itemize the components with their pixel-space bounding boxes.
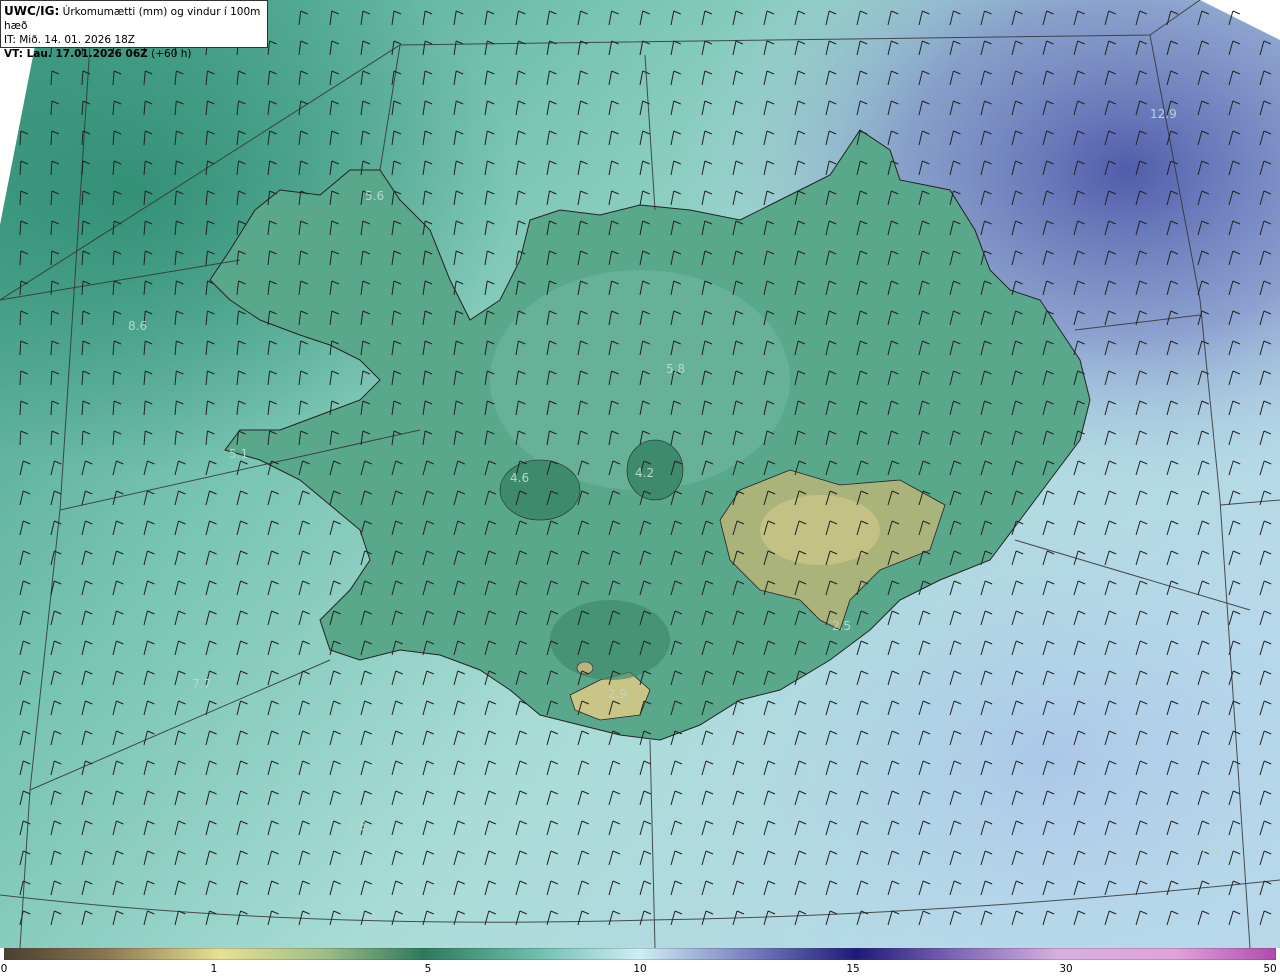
value-label-southeast-sea: 7.4 bbox=[1200, 843, 1219, 857]
colorbar bbox=[4, 948, 1276, 960]
colorbar-tick-1: 1 bbox=[210, 963, 218, 975]
value-label-southwest-sea: 7.7 bbox=[192, 677, 211, 691]
value-label-ne: 12.9 bbox=[1150, 107, 1177, 121]
value-label-snaefellsnes: 5.1 bbox=[229, 447, 248, 461]
value-label-westfjords: 5.6 bbox=[365, 189, 384, 203]
colorbar-tick-50: 50 bbox=[1263, 963, 1277, 975]
colorbar-tick-0: 0 bbox=[0, 963, 8, 975]
colorbar-tick-30: 30 bbox=[1059, 963, 1073, 975]
value-label-west-sea: 8.6 bbox=[128, 319, 147, 333]
lead-time: (+60 h) bbox=[151, 48, 192, 60]
colorbar-tick-15: 15 bbox=[846, 963, 860, 975]
colorbar-tick-5: 5 bbox=[424, 963, 432, 975]
map-info-box: UWC/IG: Úrkomumætti (mm) og vindur í 100… bbox=[0, 0, 268, 60]
value-label-southeast: 2.5 bbox=[832, 619, 851, 633]
model-label: UWC/IG: bbox=[4, 4, 60, 18]
valid-time: VT: Lau. 17.01.2026 06Z bbox=[4, 48, 148, 60]
colorbar-tick-10: 10 bbox=[633, 963, 647, 975]
value-label-south-sea: 7.6 bbox=[347, 819, 366, 833]
value-label-south: 2.9 bbox=[608, 687, 627, 701]
init-time: IT: Mið. 14. 01. 2026 18Z bbox=[4, 34, 135, 46]
value-label-central-west: 4.6 bbox=[510, 471, 529, 485]
precipitation-wind-map: 12.9 5.6 5.8 4.6 4.2 5.1 2.5 2.9 7.7 7.6… bbox=[0, 0, 1280, 948]
value-label-central: 4.2 bbox=[635, 466, 654, 480]
value-label-north: 5.8 bbox=[666, 362, 685, 376]
